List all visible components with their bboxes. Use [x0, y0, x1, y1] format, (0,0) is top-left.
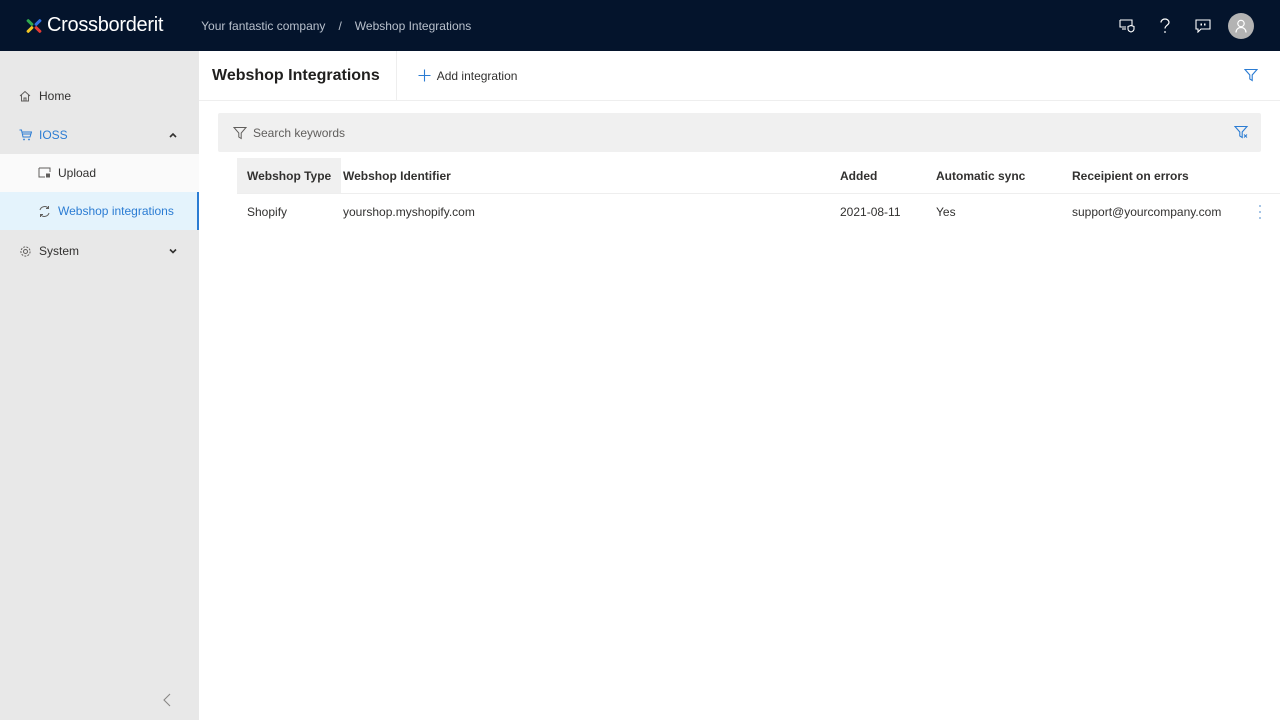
help-icon[interactable] [1146, 7, 1184, 45]
breadcrumb-separator: / [338, 18, 342, 33]
breadcrumb-current: Webshop Integrations [354, 18, 472, 33]
sidebar-item-label: IOSS [39, 128, 68, 142]
breadcrumb-company[interactable]: Your fantastic company [201, 19, 325, 33]
cell-webshop-type: Shopify [247, 205, 288, 219]
gear-icon [18, 244, 32, 258]
more-options-icon[interactable] [1258, 205, 1262, 219]
cell-automatic-sync: Yes [936, 205, 956, 219]
page-title: Webshop Integrations [212, 66, 380, 84]
table-header: Webshop Type Webshop Identifier Added Au… [237, 158, 1280, 194]
chevron-left-icon [163, 693, 171, 707]
main-content: Webshop Integrations Add integration Web… [199, 50, 1280, 720]
search-filter-icon [233, 126, 247, 140]
filter-icon[interactable] [1243, 68, 1259, 85]
collapse-sidebar-button[interactable] [160, 691, 174, 709]
cell-webshop-identifier: yourshop.myshopify.com [343, 205, 475, 219]
sidebar-item-webshop-integrations[interactable]: Webshop integrations [0, 192, 199, 230]
top-bar: Crossborderit Your fantastic company / W… [0, 0, 1280, 51]
column-header-webshop-type[interactable]: Webshop Type [237, 158, 342, 193]
column-header-webshop-identifier[interactable]: Webshop Identifier [343, 158, 451, 193]
add-integration-label: Add integration [436, 68, 518, 83]
sidebar-item-home[interactable]: Home [0, 77, 199, 115]
shield-monitor-icon[interactable] [1108, 7, 1146, 45]
search-input[interactable] [253, 125, 1153, 140]
column-header-automatic-sync[interactable]: Automatic sync [936, 158, 1025, 193]
sidebar-item-system[interactable]: System [0, 232, 199, 270]
column-header-added[interactable]: Added [840, 158, 877, 193]
sync-icon [37, 204, 51, 218]
clear-filter-icon[interactable] [1233, 125, 1249, 142]
divider [395, 50, 397, 101]
chevron-down-icon[interactable] [169, 244, 177, 258]
upload-icon [37, 166, 51, 180]
cart-icon [18, 128, 32, 142]
feedback-icon[interactable] [1184, 7, 1222, 45]
logo[interactable]: Crossborderit [26, 14, 163, 37]
cell-added: 2021-08-11 [840, 205, 901, 219]
user-avatar-icon[interactable] [1228, 12, 1254, 39]
home-icon [18, 89, 32, 103]
sidebar: Home IOSS Upload Webshop integrations Sy… [0, 51, 199, 720]
sidebar-item-label: Upload [58, 166, 97, 180]
brand-name: Crossborderit [47, 14, 164, 36]
search-box [218, 113, 1261, 152]
chevron-up-icon[interactable] [169, 128, 177, 142]
sidebar-item-upload[interactable]: Upload [0, 154, 199, 192]
sidebar-item-label: Home [39, 89, 72, 103]
integrations-table: Webshop Type Webshop Identifier Added Au… [237, 158, 1280, 230]
breadcrumb: Your fantastic company / Webshop Integra… [201, 19, 471, 33]
sidebar-item-label: System [39, 244, 80, 258]
add-integration-button[interactable]: Add integration [418, 68, 518, 83]
plus-icon [418, 69, 431, 82]
cell-recipient-on-errors: support@yourcompany.com [1072, 205, 1222, 219]
column-header-recipient-on-errors[interactable]: Receipient on errors [1072, 158, 1189, 193]
table-row[interactable]: Shopify yourshop.myshopify.com 2021-08-1… [237, 194, 1280, 230]
sidebar-item-label: Webshop integrations [58, 204, 174, 218]
sidebar-item-ioss[interactable]: IOSS [0, 116, 199, 154]
logo-mark-icon [26, 18, 42, 34]
command-bar: Webshop Integrations Add integration [199, 50, 1280, 101]
